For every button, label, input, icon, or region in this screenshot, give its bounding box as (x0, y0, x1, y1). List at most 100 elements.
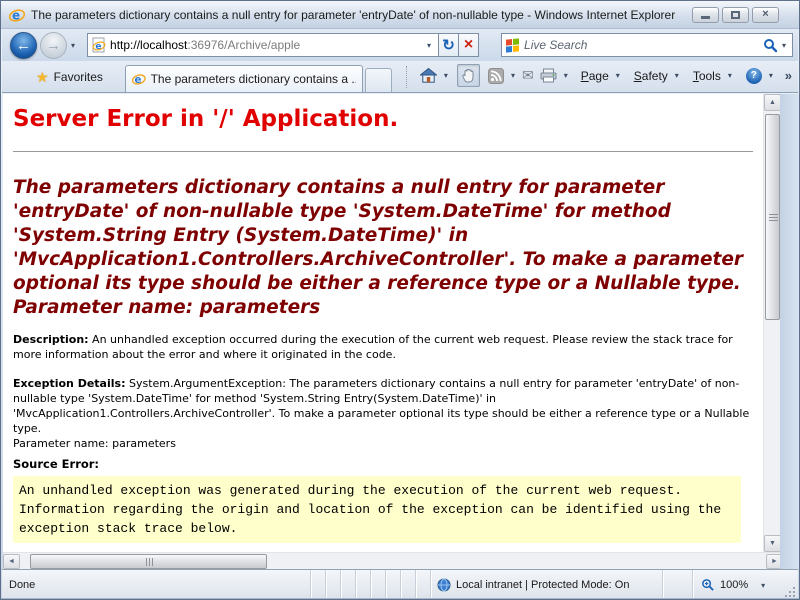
scroll-left-icon: ◄ (8, 558, 15, 565)
error-parameter-name: Parameter name: parameters (13, 296, 747, 320)
url-host: http://localhost (110, 38, 187, 52)
search-dropdown-button[interactable]: ▾ (778, 41, 790, 50)
window-frame-edge (780, 94, 800, 569)
favorites-button[interactable]: ★ Favorites (28, 65, 111, 89)
print-button[interactable] (537, 65, 560, 86)
scrollbar-grip (769, 217, 778, 218)
security-zone-text: Local intranet | Protected Mode: On (456, 579, 629, 591)
url-text: http://localhost:36976/Archive/apple (110, 38, 420, 52)
feeds-dropdown-button[interactable]: ▾ (507, 71, 519, 80)
description-label: Description: (13, 333, 89, 346)
tools-menu-label: Tools (693, 69, 721, 83)
minimize-button[interactable] (692, 7, 719, 23)
svg-text:e: e (134, 75, 141, 86)
history-dropdown-button[interactable]: ▾ (67, 41, 79, 50)
tab-active[interactable]: e The parameters dictionary contains a .… (125, 65, 363, 92)
print-dropdown-button[interactable]: ▾ (560, 71, 572, 80)
scroll-down-button[interactable]: ▼ (764, 535, 781, 552)
search-magnifier-icon[interactable] (763, 38, 778, 53)
forward-icon: → (46, 37, 61, 54)
description-paragraph: Description: An unhandled exception occu… (13, 332, 753, 362)
description-text: An unhandled exception occurred during t… (13, 333, 733, 361)
scroll-up-button[interactable]: ▲ (764, 94, 781, 111)
help-dropdown-button[interactable]: ▾ (765, 71, 777, 80)
horizontal-scrollbar-thumb[interactable] (30, 554, 267, 569)
url-path: :36976/Archive/apple (187, 38, 300, 52)
error-page-heading: Server Error in '/' Application. (13, 106, 753, 133)
printer-icon (540, 68, 557, 83)
scroll-up-icon: ▲ (769, 99, 776, 106)
address-bar[interactable]: e http://localhost:36976/Archive/apple ▾ (87, 33, 439, 57)
vertical-scrollbar[interactable]: ▲ ▼ (763, 94, 780, 552)
back-button[interactable]: ← (10, 32, 37, 59)
refresh-button[interactable]: ↻ (438, 33, 459, 57)
scroll-down-icon: ▼ (769, 540, 776, 547)
source-error-label: Source Error: (13, 457, 753, 471)
status-text: Done (2, 570, 310, 600)
help-icon: ? (746, 68, 762, 84)
live-search-flag-icon (506, 38, 519, 52)
zoom-dropdown-button[interactable]: ▾ (757, 581, 769, 590)
home-dropdown-button[interactable]: ▾ (440, 71, 452, 80)
scrollbar-track[interactable] (267, 553, 766, 569)
navigation-bar: ← → ▾ e http://localhost:36976/Archive/a… (2, 29, 798, 61)
zoom-control[interactable]: 100% ▾ (692, 570, 784, 600)
page-menu[interactable]: Page ▾ (578, 66, 627, 86)
page-favicon-icon: e (88, 37, 110, 53)
search-box: ▾ (501, 33, 793, 57)
close-button[interactable]: × (752, 7, 779, 23)
horizontal-scrollbar[interactable]: ◄ ► (3, 552, 783, 569)
new-tab-button[interactable] (365, 68, 392, 92)
page-content: Server Error in '/' Application. The par… (3, 94, 763, 552)
feeds-button[interactable] (485, 65, 507, 87)
tools-menu-dropdown-icon: ▾ (724, 71, 736, 80)
maximize-button[interactable] (722, 7, 749, 23)
close-icon: × (762, 9, 768, 20)
hand-tool-button[interactable] (457, 64, 480, 87)
more-commands-chevron[interactable]: » (785, 68, 794, 83)
zoom-level: 100% (720, 579, 748, 591)
exception-details-paragraph: Exception Details: System.ArgumentExcept… (13, 376, 753, 451)
scroll-right-icon: ► (771, 558, 778, 565)
exception-parameter-name: Parameter name: parameters (13, 436, 753, 451)
resize-grip[interactable] (784, 570, 798, 600)
stop-button[interactable]: × (458, 33, 479, 57)
exception-details-label: Exception Details: (13, 377, 125, 390)
favorites-star-icon: ★ (36, 69, 49, 86)
tools-menu[interactable]: Tools ▾ (690, 66, 739, 86)
page-menu-label: Page (581, 69, 609, 83)
window-frame-bottom (1, 598, 799, 599)
read-mail-button[interactable]: ✉ (519, 64, 537, 87)
favorites-label: Favorites (54, 70, 103, 84)
search-input[interactable] (524, 38, 763, 52)
forward-button[interactable]: → (40, 32, 67, 59)
safety-menu-dropdown-icon: ▾ (671, 71, 683, 80)
address-dropdown-button[interactable]: ▾ (420, 41, 438, 50)
home-icon (420, 68, 437, 83)
maximize-icon (731, 11, 740, 19)
tab-bar: ★ Favorites e The parameters dictionary … (2, 61, 798, 93)
toolbar-separator (406, 66, 407, 88)
globe-icon (437, 578, 451, 592)
zoom-magnifier-icon (701, 578, 715, 592)
browser-window: e The parameters dictionary contains a n… (0, 0, 800, 600)
title-bar: e The parameters dictionary contains a n… (1, 1, 799, 29)
scroll-left-button[interactable]: ◄ (3, 554, 20, 569)
source-error-box: An unhandled exception was generated dur… (13, 476, 741, 543)
home-button[interactable] (417, 65, 440, 86)
vertical-scrollbar-thumb[interactable] (765, 114, 780, 320)
rss-feeds-icon (488, 68, 504, 84)
tab-ie-icon: e (132, 72, 146, 86)
error-message-text: The parameters dictionary contains a nul… (13, 177, 743, 294)
stop-icon: × (464, 37, 473, 53)
status-bar: Done Local intranet | Protected Mode: On… (2, 569, 798, 600)
help-button[interactable]: ? ▾ (743, 65, 780, 87)
hand-icon (461, 68, 476, 83)
ie-logo-icon: e (9, 7, 25, 23)
safety-menu-label: Safety (634, 69, 668, 83)
safety-menu[interactable]: Safety ▾ (631, 66, 686, 86)
svg-text:e: e (95, 42, 101, 52)
security-zone[interactable]: Local intranet | Protected Mode: On (430, 570, 662, 600)
refresh-icon: ↻ (442, 38, 455, 53)
minimize-icon (701, 16, 710, 19)
